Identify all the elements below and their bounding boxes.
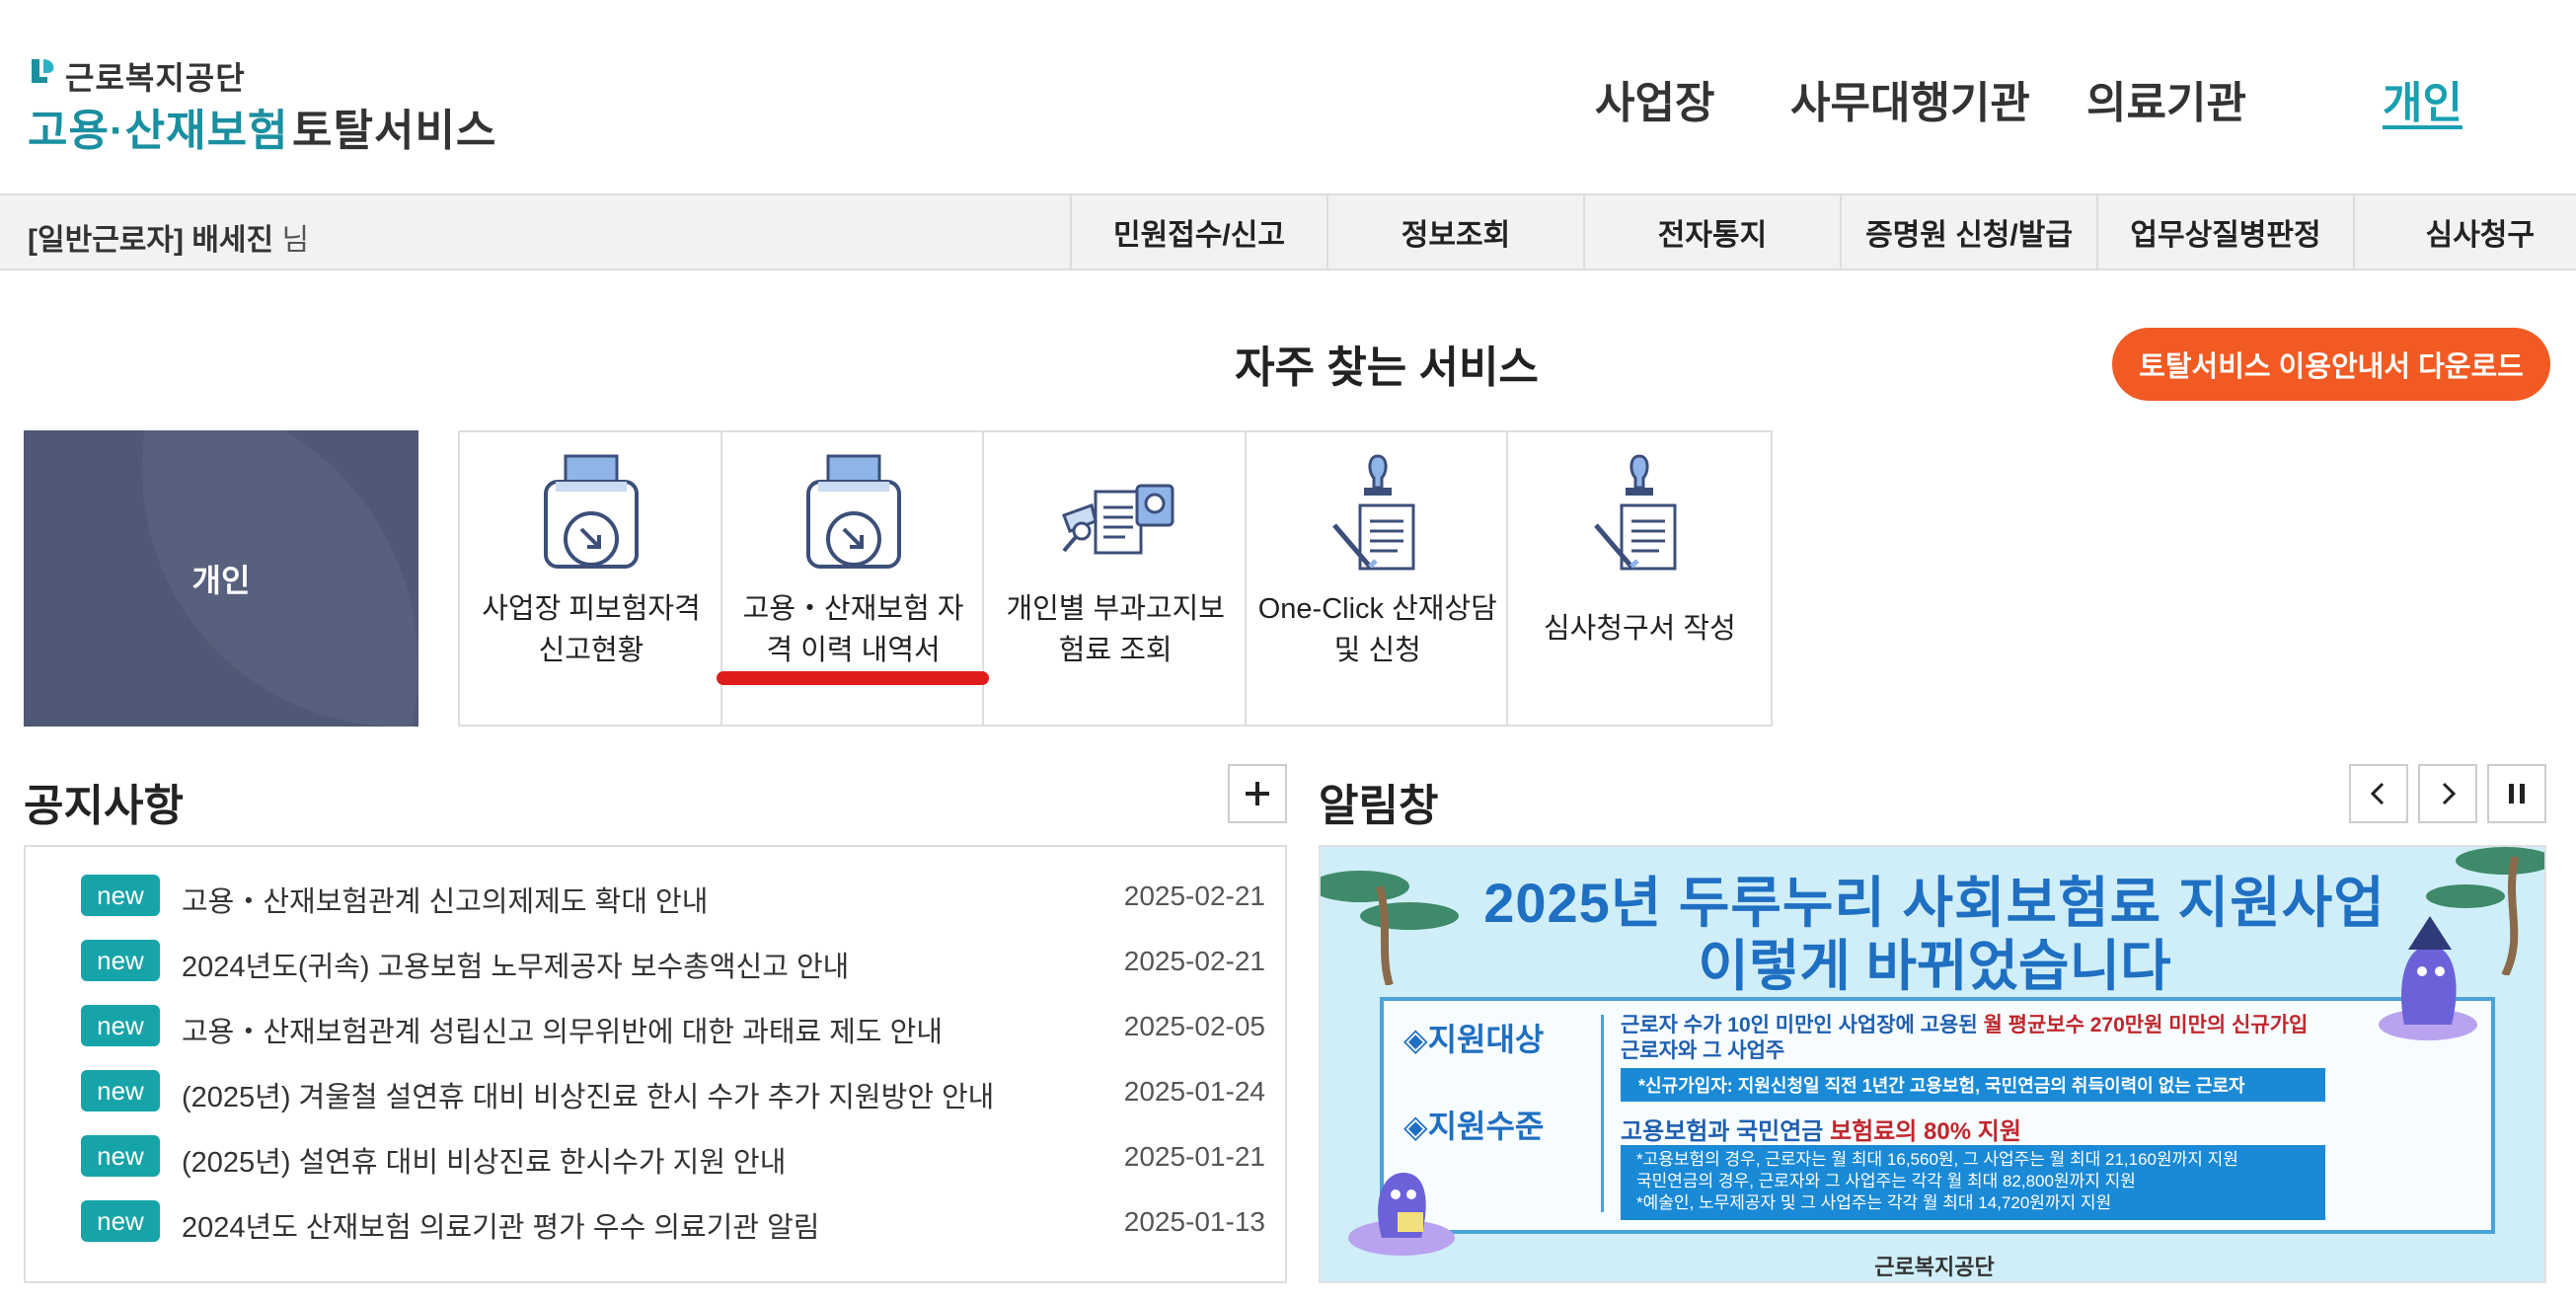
notice-date: 2025-02-21 bbox=[1123, 881, 1265, 911]
document-search-icon bbox=[1062, 484, 1174, 555]
alerts-prev-button[interactable] bbox=[2349, 764, 2408, 823]
notice-title[interactable]: (2025년) 설연휴 대비 비상진료 한시수가 지원 안내 bbox=[182, 1139, 786, 1181]
service-label-line2: 격 이력 내역서 bbox=[766, 635, 941, 666]
banner-target-note: *신규가입자: 지원신청일 직전 1년간 고용보험, 국민연금의 취득이력이 없… bbox=[1621, 1068, 2325, 1102]
nav-business[interactable]: 사업장 bbox=[1595, 67, 1714, 130]
notice-title[interactable]: 2024년도 산재보험 의료기관 평가 우수 의료기관 알림 bbox=[182, 1204, 819, 1246]
banner-level-text-a: 고용보험과 국민연금 bbox=[1621, 1118, 1831, 1145]
banner-level-text: 고용보험과 국민연금 보험료의 80% 지원 bbox=[1621, 1111, 2021, 1146]
banner-target-text-c: 근로자와 그 사업주 bbox=[1621, 1039, 1785, 1062]
service-label-line1: One-Click 산재상담 bbox=[1257, 593, 1497, 625]
stamp-document-icon bbox=[1594, 454, 1677, 571]
notice-item[interactable]: new (2025년) 설연휴 대비 비상진료 한시수가 지원 안내 2025-… bbox=[81, 1133, 1265, 1179]
banner-target-text-a: 근로자 수가 10인 미만인 사업장에 고용된 bbox=[1621, 1014, 1984, 1036]
notice-date: 2025-02-21 bbox=[1123, 946, 1265, 976]
frequent-services-grid: 사업장 피보험자격 신고현황 고용・산재보험 자 격 이력 내역서 개인별 부과 bbox=[458, 430, 1773, 727]
org-name: 근로복지공단 bbox=[65, 60, 246, 96]
service-name-part2: 토탈서비스 bbox=[292, 107, 497, 155]
service-item[interactable]: 심사청구서 작성 bbox=[1508, 432, 1771, 725]
new-badge: new bbox=[81, 875, 160, 916]
banner-target-text: 근로자 수가 10인 미만인 사업장에 고용된 월 평균보수 270만원 미만의… bbox=[1621, 1013, 2308, 1064]
menu-info-inquiry[interactable]: 정보조회 bbox=[1326, 195, 1583, 268]
banner-level-note: *고용보험의 경우, 근로자는 월 최대 16,560원, 그 사업주는 월 최… bbox=[1636, 1150, 2238, 1169]
notice-title[interactable]: 2024년도(귀속) 고용보험 노무제공자 보수총액신고 안내 bbox=[182, 944, 849, 985]
service-item[interactable]: One-Click 산재상담 및 신청 bbox=[1247, 432, 1509, 725]
chevron-left-icon bbox=[2370, 782, 2385, 805]
sub-menu-bar: [일반근로자] 배세진 님 민원접수/신고 정보조회 전자통지 증명원 신청/발… bbox=[0, 193, 2576, 270]
service-item[interactable]: 사업장 피보험자격 신고현황 bbox=[460, 432, 722, 725]
banner-level-label: ◈지원수준 bbox=[1403, 1109, 1545, 1144]
notice-date: 2025-01-24 bbox=[1123, 1076, 1265, 1107]
banner-level-text-b: 보험료의 80% 지원 bbox=[1830, 1118, 2021, 1145]
notice-date: 2025-01-13 bbox=[1123, 1206, 1265, 1237]
banner-level-notes: *고용보험의 경우, 근로자는 월 최대 16,560원, 그 사업주는 월 최… bbox=[1621, 1145, 2325, 1220]
service-label-line1: 심사청구서 작성 bbox=[1543, 613, 1736, 645]
alerts-title: 알림창 bbox=[1319, 782, 1439, 830]
notices-more-button[interactable] bbox=[1228, 764, 1287, 823]
banner-level-note: 국민연금의 경우, 근로자와 그 사업주는 각각 월 최대 82,800원까지 … bbox=[1636, 1172, 2136, 1190]
chevron-right-icon bbox=[2442, 782, 2457, 805]
new-badge: new bbox=[81, 940, 160, 981]
category-card-personal[interactable]: 개인 bbox=[24, 430, 418, 727]
notice-title[interactable]: 고용・산재보험관계 신고의제제도 확대 안내 bbox=[182, 879, 708, 920]
notice-item[interactable]: new (2025년) 겨울철 설연휴 대비 비상진료 한시 수가 추가 지원방… bbox=[81, 1068, 1265, 1113]
menu-civil-petition[interactable]: 민원접수/신고 bbox=[1070, 195, 1326, 268]
user-role-name: [일반근로자] 배세진 bbox=[28, 224, 274, 257]
nav-personal[interactable]: 개인 bbox=[2383, 67, 2462, 130]
new-badge: new bbox=[81, 1005, 160, 1046]
alerts-pause-button[interactable] bbox=[2487, 764, 2546, 823]
notice-item[interactable]: new 2024년도 산재보험 의료기관 평가 우수 의료기관 알림 2025-… bbox=[81, 1198, 1265, 1244]
alert-banner[interactable]: 2025년 두루누리 사회보험료 지원사업 이렇게 바뀌었습니다 ◈지원대상 근… bbox=[1319, 845, 2546, 1283]
service-label-line2: 험료 조회 bbox=[1058, 635, 1173, 666]
service-name-part1: 고용·산재보험 bbox=[28, 107, 289, 155]
service-label-line1: 개인별 부과고지보 bbox=[1006, 593, 1225, 625]
notice-title[interactable]: 고용・산재보험관계 성립신고 의무위반에 대한 과태료 제도 안내 bbox=[182, 1009, 943, 1050]
category-card-label: 개인 bbox=[191, 563, 251, 598]
service-label-line2: 및 신청 bbox=[1333, 635, 1421, 666]
notice-date: 2025-02-05 bbox=[1123, 1011, 1265, 1041]
banner-headline2: 이렇게 바뀌었습니다 bbox=[1698, 935, 2171, 997]
stamp-document-icon bbox=[1331, 454, 1415, 571]
nav-medical[interactable]: 의료기관 bbox=[2086, 67, 2246, 130]
highlight-underline bbox=[717, 671, 989, 685]
menu-review-request[interactable]: 심사청구 bbox=[2353, 195, 2576, 268]
banner-level-note: *예술인, 노무제공자 및 그 사업주는 각각 월 최대 14,720원까지 지… bbox=[1636, 1193, 2112, 1212]
new-badge: new bbox=[81, 1135, 160, 1177]
notice-item[interactable]: new 고용・산재보험관계 성립신고 의무위반에 대한 과태료 제도 안내 20… bbox=[81, 1003, 1265, 1048]
notice-date: 2025-01-21 bbox=[1123, 1141, 1265, 1172]
printer-download-icon bbox=[544, 454, 639, 569]
service-label-line1: 고용・산재보험 자 bbox=[742, 593, 964, 625]
new-badge: new bbox=[81, 1070, 160, 1111]
mascot-illustration bbox=[2379, 916, 2477, 1040]
banner-target-label: ◈지원대상 bbox=[1403, 1022, 1545, 1057]
service-label-line2: 신고현황 bbox=[538, 635, 644, 666]
user-info: [일반근로자] 배세진 님 bbox=[28, 215, 309, 259]
notices-title: 공지사항 bbox=[24, 782, 184, 830]
pause-icon bbox=[2509, 784, 2525, 804]
menu-e-notice[interactable]: 전자통지 bbox=[1583, 195, 1840, 268]
menu-certificate[interactable]: 증명원 신청/발급 bbox=[1840, 195, 2096, 268]
new-badge: new bbox=[81, 1200, 160, 1242]
nav-agency[interactable]: 사무대행기관 bbox=[1790, 67, 2030, 130]
notice-item[interactable]: new 고용・산재보험관계 신고의제제도 확대 안내 2025-02-21 bbox=[81, 873, 1265, 918]
banner-footer: 근로복지공단 bbox=[1874, 1255, 1995, 1279]
service-label-line1: 사업장 피보험자격 bbox=[482, 593, 701, 625]
plus-icon bbox=[1246, 782, 1269, 805]
notice-title[interactable]: (2025년) 겨울철 설연휴 대비 비상진료 한시 수가 추가 지원방안 안내 bbox=[182, 1074, 994, 1115]
printer-download-icon bbox=[805, 454, 901, 569]
banner-target-text-b: 월 평균보수 270만원 미만의 신규가입 bbox=[1983, 1014, 2309, 1036]
menu-disease-judgment[interactable]: 업무상질병판정 bbox=[2096, 195, 2353, 268]
notices-list: new 고용・산재보험관계 신고의제제도 확대 안내 2025-02-21 ne… bbox=[24, 845, 1287, 1283]
banner-divider bbox=[1601, 1015, 1604, 1212]
site-logo[interactable]: 근로복지공단 고용·산재보험 토탈서비스 bbox=[28, 51, 501, 155]
user-honorific: 님 bbox=[281, 224, 310, 257]
service-item[interactable]: 개인별 부과고지보 험료 조회 bbox=[984, 432, 1247, 725]
mascot-illustration bbox=[1348, 1173, 1455, 1256]
download-guide-button[interactable]: 토탈서비스 이용안내서 다운로드 bbox=[2112, 328, 2550, 401]
notice-item[interactable]: new 2024년도(귀속) 고용보험 노무제공자 보수총액신고 안내 2025… bbox=[81, 938, 1265, 983]
org-emblem-icon bbox=[32, 59, 54, 83]
alerts-next-button[interactable] bbox=[2418, 764, 2477, 823]
